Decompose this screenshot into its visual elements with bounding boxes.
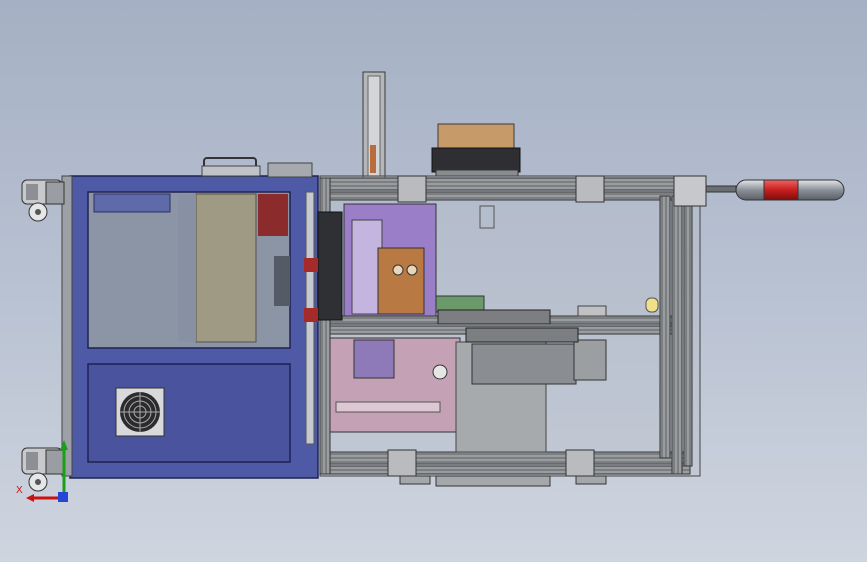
top-motor-box — [431, 123, 521, 177]
triad-x-label: X — [16, 485, 23, 496]
cooling-fan — [115, 387, 165, 437]
cad-viewport[interactable]: X — [0, 0, 867, 562]
electrical-cabinet — [61, 157, 319, 479]
vertical-guide-post — [362, 71, 386, 179]
caster-top — [21, 179, 65, 222]
machine-assembly-drawing — [21, 71, 845, 502]
caster-bottom — [21, 447, 65, 492]
tower-handle — [705, 179, 845, 201]
